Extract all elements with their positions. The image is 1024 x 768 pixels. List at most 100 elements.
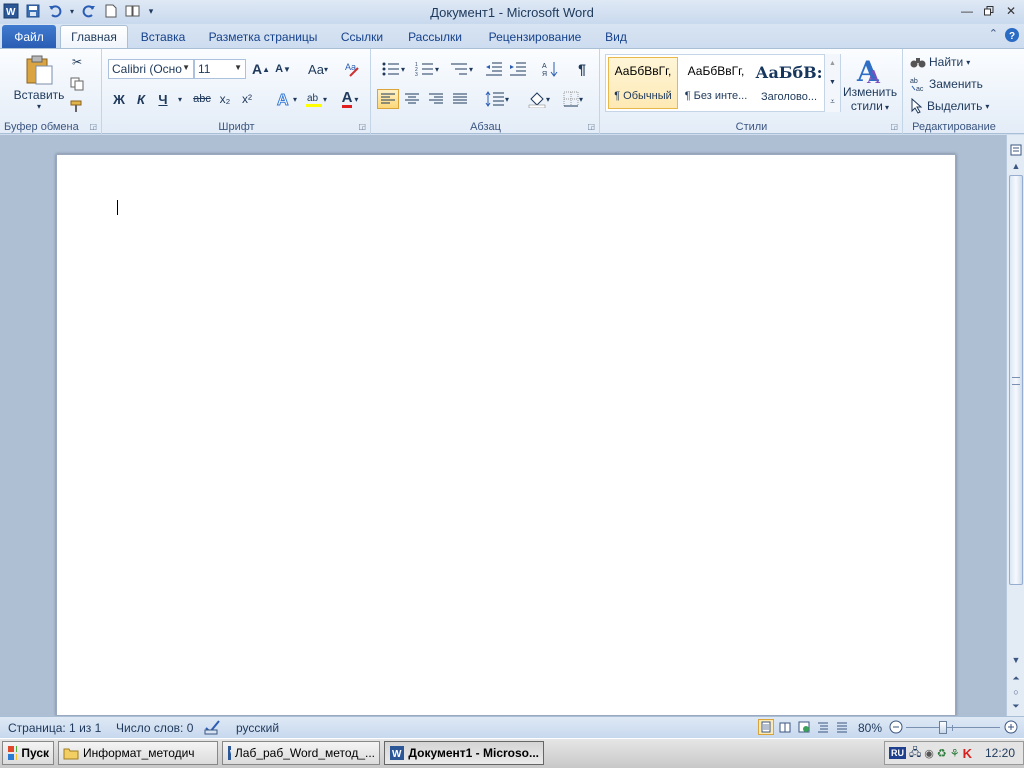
document-page[interactable] — [56, 154, 956, 716]
change-styles-button[interactable]: AA Изменить стили ▾ — [843, 53, 897, 115]
language-bar[interactable]: RU — [889, 747, 906, 759]
text-effects-button[interactable]: A ▾ — [273, 89, 299, 109]
web-layout-icon[interactable] — [796, 719, 812, 735]
svg-text:ab: ab — [910, 78, 918, 85]
restore-icon[interactable] — [980, 2, 998, 20]
taskbar-item-document1[interactable]: W Документ1 - Microso... — [384, 741, 544, 765]
line-spacing-button[interactable]: ▾ — [482, 89, 512, 109]
format-painter-icon[interactable] — [68, 97, 86, 115]
language-indicator[interactable]: русский — [236, 721, 279, 735]
taskbar-item-folder[interactable]: Информат_методич — [58, 741, 218, 765]
clock[interactable]: 12:20 — [985, 746, 1015, 760]
show-formatting-marks-button[interactable]: ¶ — [572, 59, 592, 79]
superscript-button[interactable]: x² — [237, 89, 257, 109]
minimize-icon[interactable]: — — [958, 2, 976, 20]
numbering-button[interactable]: 1 2 3 ▾ — [412, 59, 442, 79]
tab-review[interactable]: Рецензирование — [478, 25, 592, 48]
borders-button[interactable]: ▾ — [558, 89, 588, 109]
page-count[interactable]: Страница: 1 из 1 — [8, 721, 101, 735]
font-name-combo[interactable]: Calibri (Осно ▼ — [108, 59, 194, 79]
cut-icon[interactable]: ✂ — [68, 53, 86, 71]
draft-view-icon[interactable] — [834, 719, 850, 735]
font-size-combo[interactable]: 11 ▼ — [194, 59, 246, 79]
tab-page-layout[interactable]: Разметка страницы — [200, 25, 326, 48]
styles-more-icon[interactable]: ⩡ — [825, 92, 840, 111]
highlight-button[interactable]: ab ▾ — [301, 89, 331, 109]
font-color-button[interactable]: A ▾ — [335, 89, 365, 109]
paste-button[interactable]: Вставить ▾ — [14, 53, 64, 111]
grow-font-icon[interactable]: A ▲ — [251, 59, 271, 79]
styles-launcher-icon[interactable]: ◲ — [890, 122, 898, 131]
style-no-spacing[interactable]: АаБбВвГг, ¶ Без инте... — [681, 57, 751, 109]
previous-page-icon[interactable]: ⏶ — [1009, 671, 1023, 685]
strikethrough-button[interactable]: abc — [191, 89, 213, 109]
vertical-scrollbar[interactable]: ▲ ▼ ⏶ ○ ⏷ — [1006, 135, 1024, 716]
ruler-toggle-icon[interactable] — [1009, 143, 1023, 157]
zoom-in-icon[interactable] — [1004, 720, 1018, 737]
print-layout-view-icon[interactable] — [758, 719, 774, 735]
highlight-icon: ab — [305, 93, 322, 107]
underline-dropdown-icon[interactable]: ▾ — [175, 89, 185, 109]
style-normal[interactable]: АаБбВвГг, ¶ Обычный — [608, 57, 678, 109]
taskbar-item-word-lab[interactable]: W Лаб_раб_Word_метод_... — [222, 741, 380, 765]
select-button[interactable]: Выделить ▾ — [910, 97, 989, 115]
align-left-button[interactable] — [377, 89, 399, 109]
styles-scroll-up-icon[interactable]: ▲ — [825, 54, 840, 73]
select-browse-object-icon[interactable]: ○ — [1009, 685, 1023, 699]
subscript-button[interactable]: x₂ — [215, 89, 235, 109]
status-bar: Страница: 1 из 1 Число слов: 0 русский 8… — [0, 716, 1024, 738]
tab-file[interactable]: Файл — [2, 25, 56, 48]
full-screen-reading-icon[interactable] — [777, 719, 793, 735]
zoom-out-icon[interactable] — [889, 720, 903, 737]
zoom-slider-track[interactable] — [906, 727, 1000, 728]
justify-icon[interactable] — [449, 89, 471, 109]
antivirus-icon[interactable]: K — [963, 746, 972, 761]
italic-button[interactable]: К — [131, 89, 151, 109]
shrink-font-icon[interactable]: A ▼ — [273, 59, 293, 79]
proofing-icon[interactable] — [204, 719, 222, 738]
tray-icon-1[interactable]: ◉ — [924, 747, 934, 760]
next-page-icon[interactable]: ⏷ — [1009, 699, 1023, 713]
minimize-ribbon-icon[interactable]: ⌃ — [989, 27, 998, 46]
underline-button[interactable]: Ч — [153, 89, 173, 109]
network-icon[interactable]: 🖧 — [909, 744, 921, 763]
clear-formatting-icon[interactable]: Aa — [343, 59, 363, 79]
align-right-icon[interactable] — [425, 89, 447, 109]
scroll-down-icon[interactable]: ▼ — [1009, 653, 1023, 667]
paragraph-launcher-icon[interactable]: ◲ — [587, 122, 595, 131]
tab-insert[interactable]: Вставка — [132, 25, 194, 48]
start-button[interactable]: Пуск — [2, 741, 54, 765]
shading-button[interactable]: ▾ — [524, 89, 554, 109]
paragraph-group-label: Абзац — [470, 121, 501, 133]
style-heading1[interactable]: АаБбВ: Заголово... — [754, 57, 824, 109]
styles-scroll-down-icon[interactable]: ▼ — [825, 73, 840, 92]
font-launcher-icon[interactable]: ◲ — [358, 122, 366, 131]
bold-button[interactable]: Ж — [109, 89, 129, 109]
copy-icon[interactable] — [68, 75, 86, 93]
outline-view-icon[interactable] — [815, 719, 831, 735]
help-icon[interactable]: ? — [1004, 27, 1020, 46]
change-styles-label-1: Изменить — [842, 85, 898, 99]
zoom-slider-thumb[interactable] — [938, 721, 947, 734]
multilevel-list-button[interactable]: ▾ — [446, 59, 476, 79]
sort-icon[interactable]: AЯ — [540, 59, 560, 79]
clipboard-launcher-icon[interactable]: ◲ — [89, 122, 97, 131]
tab-view[interactable]: Вид — [598, 25, 634, 48]
tab-home[interactable]: Главная — [60, 25, 128, 48]
close-icon[interactable]: ✕ — [1002, 2, 1020, 20]
align-center-icon[interactable] — [401, 89, 423, 109]
zoom-level[interactable]: 80% — [858, 721, 882, 735]
find-button[interactable]: Найти ▾ — [910, 53, 970, 71]
increase-indent-icon[interactable] — [508, 59, 528, 79]
decrease-indent-icon[interactable] — [484, 59, 504, 79]
change-case-button[interactable]: Aa ▾ — [305, 59, 331, 79]
tray-icon-2[interactable]: ♻ — [937, 747, 947, 760]
tab-mailings[interactable]: Рассылки — [398, 25, 472, 48]
scroll-up-icon[interactable]: ▲ — [1009, 159, 1023, 173]
bullets-button[interactable]: ▾ — [378, 59, 408, 79]
tray-icon-3[interactable]: ⚘ — [950, 747, 960, 760]
tab-references[interactable]: Ссылки — [332, 25, 392, 48]
replace-button[interactable]: ab ac Заменить — [910, 75, 983, 93]
word-count[interactable]: Число слов: 0 — [116, 721, 193, 735]
shrink-font-letter: A — [275, 63, 284, 75]
